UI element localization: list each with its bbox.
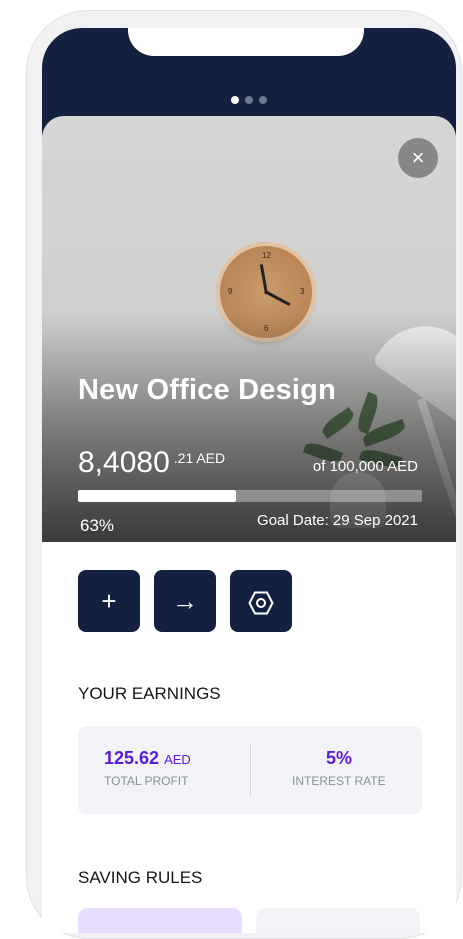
saved-amount: 8,4080.21 AED (78, 446, 225, 480)
target-amount: of 100,000 AED (312, 458, 418, 475)
saved-amount-decimal: .21 AED (173, 450, 226, 466)
transfer-button[interactable]: → (154, 570, 216, 632)
total-profit-label: TOTAL PROFIT (104, 774, 189, 788)
app-screen: 12 3 6 9 × New Office Design 8,4080.21 A… (42, 28, 456, 933)
plus-icon: + (101, 586, 117, 616)
goal-date: Goal Date: 29 Sep 2021 (257, 512, 418, 529)
goal-progress-fill (78, 490, 237, 502)
add-money-button[interactable]: + (78, 570, 140, 632)
earnings-divider (250, 744, 251, 796)
device-notch (128, 28, 364, 56)
page-dot-2[interactable] (245, 96, 253, 104)
saving-rule-card-2[interactable] (256, 908, 420, 933)
page-dot-3[interactable] (259, 96, 267, 104)
saved-amount-integer: 8,4080 (78, 446, 170, 479)
saving-rule-card-1[interactable] (78, 908, 242, 933)
hexagon-settings-icon (248, 591, 274, 615)
progress-percent: 63% (80, 516, 115, 535)
earnings-section-title: YOUR EARNINGS (78, 684, 221, 703)
interest-rate-label: INTEREST RATE (292, 774, 386, 788)
page-indicator[interactable] (42, 96, 456, 104)
goal-title: New Office Design (78, 374, 337, 406)
page-dot-1[interactable] (231, 96, 239, 104)
interest-rate-value: 5% (326, 748, 353, 768)
arrow-right-icon: → (172, 586, 198, 616)
total-profit-value: 125.62 AED (104, 748, 191, 768)
close-button[interactable]: × (398, 138, 438, 178)
earnings-card: 125.62 AED TOTAL PROFIT 5% INTEREST RATE (78, 726, 422, 814)
saving-rules-section-title: SAVING RULES (78, 868, 203, 887)
goal-settings-button[interactable] (230, 570, 292, 632)
close-icon: × (411, 145, 425, 170)
total-profit-unit: AED (164, 752, 191, 767)
goal-progress-bar (78, 490, 422, 502)
